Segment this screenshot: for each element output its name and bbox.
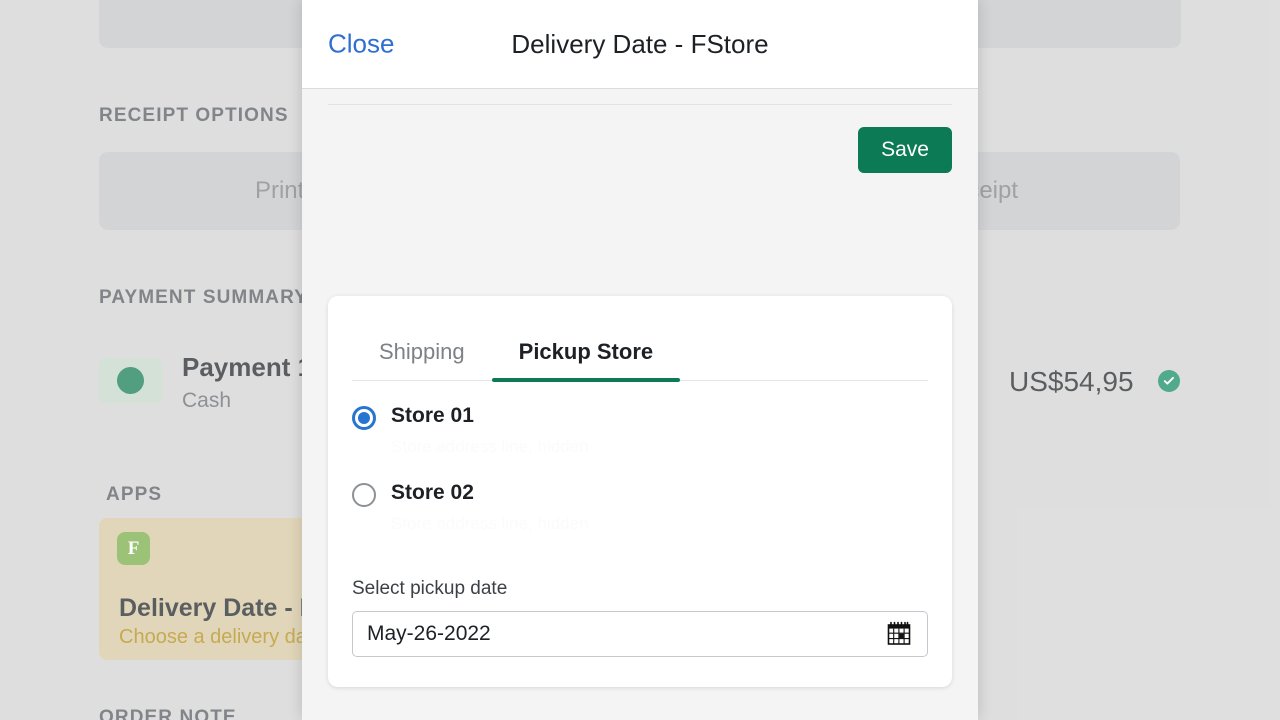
section-title-apps: APPS [106, 484, 163, 505]
pickup-date-field[interactable] [352, 611, 928, 658]
section-title-receipt-options: RECEIPT OPTIONS [99, 105, 289, 126]
section-title-payment-summary: PAYMENT SUMMARY [99, 287, 308, 308]
payment-amount: US$54,95 [1009, 366, 1134, 397]
pickup-card: Shipping Pickup Store Store 01 Store add… [328, 296, 952, 687]
fstore-app-icon: F [117, 532, 150, 565]
store-option-2-text: Store 02 Store address line, hidden [391, 481, 589, 535]
store-option-1-name: Store 01 [391, 404, 474, 427]
body-divider [328, 104, 952, 105]
check-circle-icon [1158, 370, 1180, 392]
close-button[interactable]: Close [328, 29, 394, 60]
store-option-2[interactable]: Store 02 Store address line, hidden [352, 458, 928, 535]
pickup-date-label: Select pickup date [352, 578, 508, 600]
section-title-order-note: ORDER NOTE [99, 707, 237, 720]
cash-dot-icon [117, 367, 144, 394]
radio-store-02-icon[interactable] [352, 482, 376, 507]
payment-method-swatch [99, 358, 162, 403]
calendar-icon[interactable] [885, 620, 913, 648]
modal-title: Delivery Date - FStore [511, 28, 769, 59]
save-button[interactable]: Save [858, 127, 952, 173]
pickup-date-block: Select pickup date [352, 578, 928, 658]
save-button-row: Save [858, 127, 952, 173]
pickup-date-input[interactable] [367, 622, 913, 647]
delivery-method-tabs: Shipping Pickup Store [352, 296, 928, 382]
tab-pickup-store[interactable]: Pickup Store [491, 339, 681, 382]
payment-method-label: Cash [182, 389, 232, 412]
store-option-1-text: Store 01 Store address line, hidden [391, 404, 589, 458]
store-option-1[interactable]: Store 01 Store address line, hidden [352, 381, 928, 458]
payment-title: Payment 1 [182, 352, 313, 382]
screen: RECEIPT OPTIONS Print receipt Gift recei… [0, 0, 1280, 720]
delivery-date-modal: Close Delivery Date - FStore Save Shippi… [302, 0, 978, 720]
store-option-2-address: Store address line, hidden [391, 513, 589, 533]
tab-shipping[interactable]: Shipping [352, 339, 492, 380]
store-option-1-address: Store address line, hidden [391, 437, 589, 457]
modal-body: Save Shipping Pickup Store Store 01 Stor… [302, 89, 978, 720]
modal-header: Close Delivery Date - FStore [302, 0, 978, 89]
app-card-subtitle: Choose a delivery date [119, 626, 324, 648]
store-option-2-name: Store 02 [391, 480, 474, 504]
radio-store-01-icon[interactable] [352, 406, 376, 430]
